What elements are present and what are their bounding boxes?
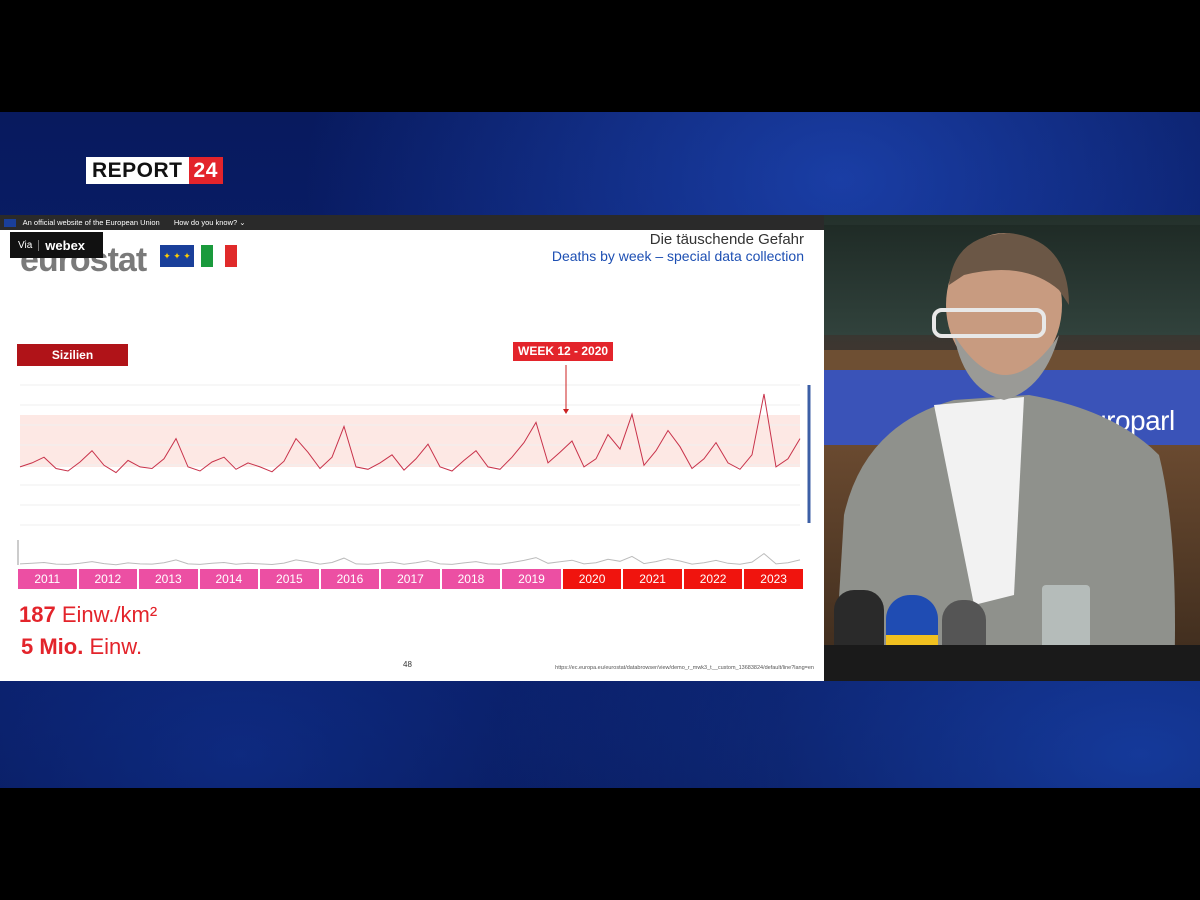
page-number: 48 — [403, 660, 412, 669]
normal-range-band — [20, 415, 800, 467]
deaths-chart — [17, 365, 811, 566]
year-label: 2011 — [18, 569, 77, 589]
speaker-figure — [834, 233, 1175, 681]
population-text: 5 Mio. Einw. — [21, 634, 142, 660]
webex-brand: webex — [45, 237, 86, 253]
slide-subtitle: Deaths by week – special data collection — [551, 248, 804, 264]
density-unit: Einw./km² — [61, 602, 158, 627]
population-unit: Einw. — [89, 634, 143, 659]
year-label: 2012 — [78, 569, 138, 589]
week-marker-arrowhead — [563, 409, 569, 414]
logo-report: REPORT — [86, 157, 189, 184]
webex-via: Via — [10, 239, 40, 251]
italy-flag-icon — [201, 245, 237, 267]
density-text: 187 Einw./km² — [19, 602, 157, 628]
year-bar: 2011 2012 2013 2014 2015 2016 2017 2018 2019 2020… — [18, 569, 803, 589]
week-annotation: WEEK 12 - 2020 — [513, 342, 614, 361]
logo-24: 24 — [188, 157, 223, 184]
year-label: 2021 — [623, 569, 682, 589]
year-label: 2015 — [260, 569, 319, 589]
year-label: 2013 — [139, 569, 198, 589]
eu-flag-icon: ✦ ✦ ✦ — [160, 245, 194, 267]
year-label: 2022 — [683, 569, 743, 589]
population-value: 5 Mio. — [21, 634, 84, 659]
eu-official-banner: An official website of the European Unio… — [0, 215, 824, 230]
year-label: 2018 — [441, 569, 501, 589]
year-label: 2019 — [502, 569, 561, 589]
year-label: 2016 — [320, 569, 380, 589]
year-label: 2023 — [744, 569, 803, 589]
eu-flag-icon — [4, 219, 16, 228]
webex-badge: Via webex — [10, 232, 103, 258]
region-label: Sizilien — [17, 344, 128, 366]
year-label: 2017 — [381, 569, 440, 589]
report24-logo: REPORT 24 — [86, 157, 223, 184]
speaker-camera-feed: europarl — [824, 215, 1200, 681]
how-do-you-know-link[interactable]: How do you know? ⌄ — [174, 218, 246, 227]
chevron-down-icon: ⌄ — [239, 218, 246, 227]
source-url: https://ec.europa.eu/eurostat/databrowse… — [555, 665, 814, 671]
year-label: 2014 — [199, 569, 259, 589]
desk — [824, 645, 1200, 681]
year-label: 2020 — [562, 569, 622, 589]
overview-line — [19, 552, 801, 566]
presentation-slide: An official website of the European Unio… — [0, 215, 824, 681]
eu-official-text: An official website of the European Unio… — [22, 218, 160, 227]
slide-title: Die täuschende Gefahr — [649, 231, 804, 248]
density-value: 187 — [19, 602, 56, 627]
